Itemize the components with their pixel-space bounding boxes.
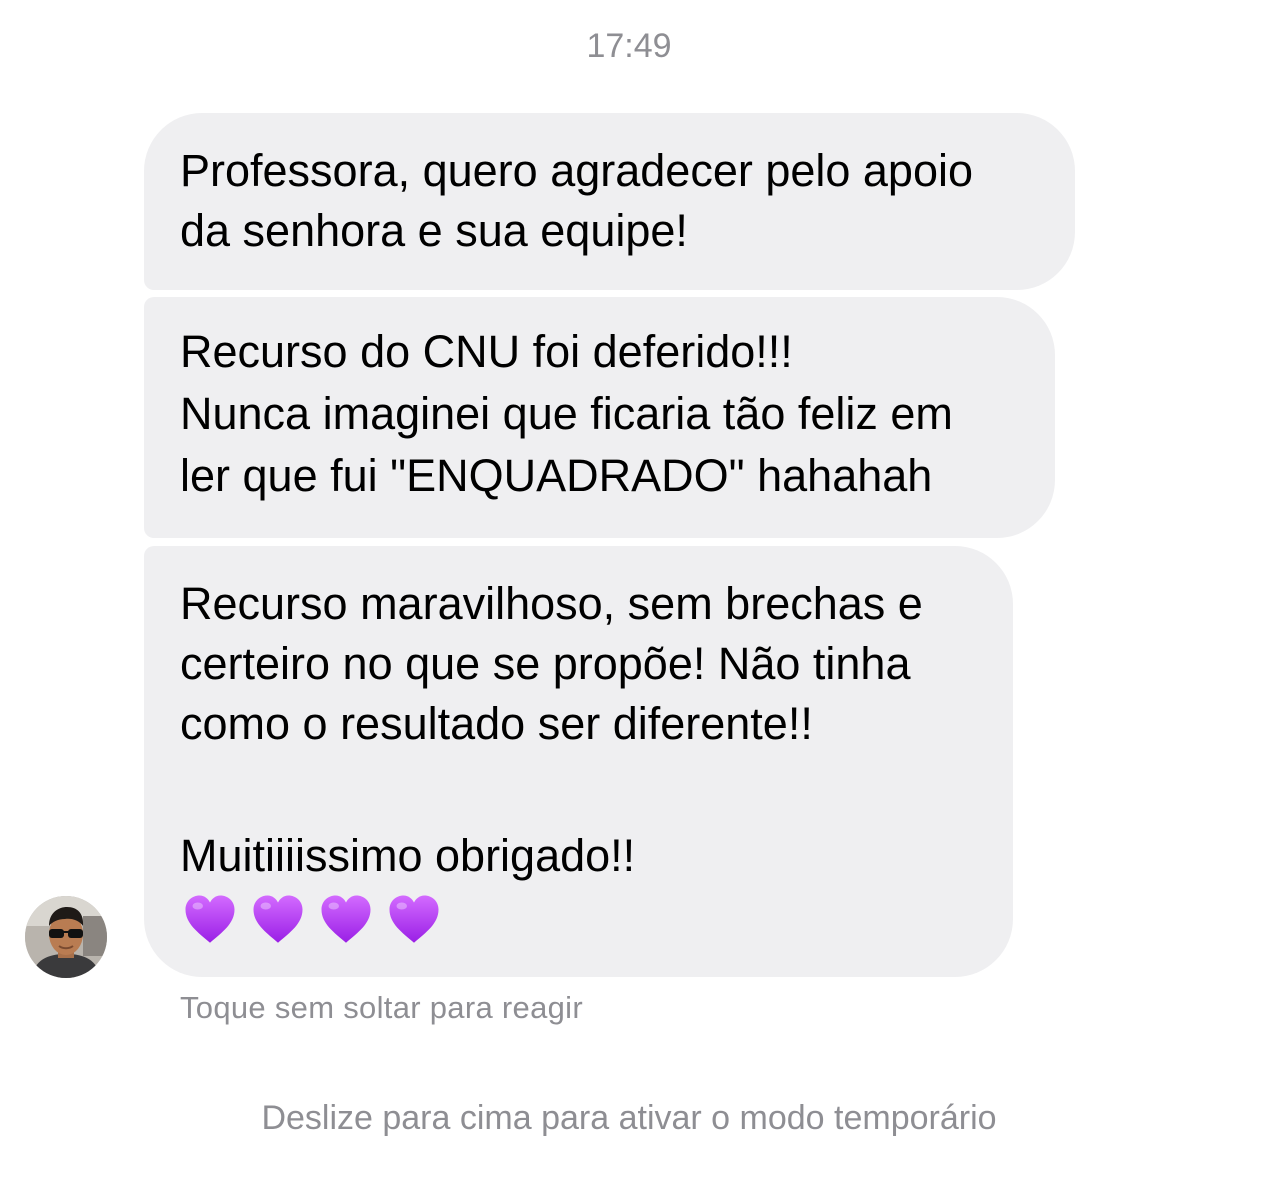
message-text-line: Nunca imaginei que ficaria tão feliz em	[180, 388, 953, 439]
purple-heart-icon	[321, 895, 371, 943]
reaction-hint: Toque sem soltar para reagir	[180, 990, 583, 1025]
message-text-line: da senhora e sua equipe!	[180, 205, 688, 256]
purple-heart-icon	[389, 895, 439, 943]
avatar[interactable]	[25, 896, 107, 978]
avatar-photo	[25, 896, 107, 978]
message-text-line: certeiro no que se propõe! Não tinha	[180, 638, 911, 689]
heart-emoji-row	[182, 892, 977, 948]
message-text-line: Recurso do CNU foi deferido!!!	[180, 326, 793, 377]
message-text-line: ler que fui "ENQUADRADO" hahahah	[180, 450, 933, 501]
message-bubble[interactable]: Recurso do CNU foi deferido!!! Nunca ima…	[144, 297, 1055, 538]
message-timestamp: 17:49	[586, 27, 672, 65]
message-text-line: Recurso maravilhoso, sem brechas e	[180, 578, 923, 629]
purple-heart-icon	[253, 895, 303, 943]
message-text-line: como o resultado ser diferente!!	[180, 698, 813, 749]
message-text-line: Professora, quero agradecer pelo apoio	[180, 145, 974, 196]
message-bubble[interactable]: Recurso maravilhoso, sem brechas e certe…	[144, 546, 1013, 977]
message-bubble[interactable]: Professora, quero agradecer pelo apoio d…	[144, 113, 1075, 290]
purple-heart-icon	[185, 895, 235, 943]
message-text-line: Muitiiiissimo obrigado!!	[180, 830, 636, 881]
vanish-mode-hint: Deslize para cima para ativar o modo tem…	[261, 1099, 997, 1137]
